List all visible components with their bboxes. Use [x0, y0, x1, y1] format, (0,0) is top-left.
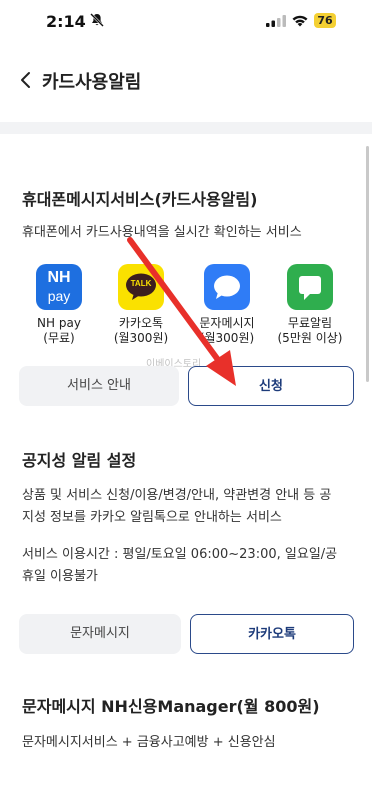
kakaotalk-icon-text: TALK: [130, 279, 152, 288]
page-title: 카드사용알림: [42, 72, 142, 93]
kakaotalk-option-button[interactable]: 카카오톡: [190, 614, 354, 654]
battery-indicator: 76: [314, 13, 336, 28]
status-bar: 2:14 76: [0, 0, 372, 44]
back-arrow-icon[interactable]: [16, 70, 36, 90]
signal-icon: [266, 15, 286, 27]
app-price: (무료): [43, 331, 75, 345]
app-price: (월300원): [199, 331, 255, 345]
app-option-nh-pay[interactable]: NH pay NH pay (무료): [17, 264, 101, 346]
app-option-sms[interactable]: 문자메시지 (월300원): [185, 264, 269, 346]
scrollbar[interactable]: [366, 146, 369, 382]
notice-description-line: 지성 정보를 카카오 알림톡으로 안내하는 서비스: [22, 510, 282, 525]
wifi-icon: [292, 15, 308, 27]
message-bubble-icon: [214, 275, 240, 299]
section-title-notice-alert: 공지성 알림 설정: [22, 451, 137, 470]
notice-description: 상품 및 서비스 신청/이용/변경/안내, 약관변경 안내 등 공 지성 정보를…: [22, 485, 352, 529]
app-option-free-alert[interactable]: 무료알림 (5만원 이상): [268, 264, 352, 346]
kakaotalk-icon: TALK: [118, 264, 164, 310]
status-time: 2:14: [46, 12, 86, 31]
service-hours-line: 휴일 이용불가: [22, 569, 98, 584]
nh-pay-icon: NH pay: [36, 264, 82, 310]
app-header: 카드사용알림: [0, 56, 372, 104]
section-title-sms-service: 휴대폰메시지서비스(카드사용알림): [22, 190, 258, 209]
app-option-kakaotalk[interactable]: TALK 카카오톡 (월300원): [99, 264, 183, 346]
service-info-button[interactable]: 서비스 안내: [19, 366, 179, 406]
section-description: 휴대폰에서 카드사용내역을 실시간 확인하는 서비스: [22, 225, 302, 240]
sms-option-button[interactable]: 문자메시지: [19, 614, 181, 654]
app-price: (5만원 이상): [277, 331, 343, 345]
app-price: (월300원): [113, 331, 169, 345]
free-alert-icon: [287, 264, 333, 310]
apply-button[interactable]: 신청: [188, 366, 354, 406]
app-name: 문자메시지: [199, 316, 255, 330]
chat-square-icon: [299, 276, 321, 300]
app-name: NH pay: [37, 316, 81, 330]
nh-pay-icon-text-top: NH: [47, 269, 71, 286]
service-hours-line: 서비스 이용시간 : 평일/토요일 06:00~23:00, 일요일/공: [22, 547, 338, 562]
credit-manager-description: 문자메시지서비스 + 금융사고예방 + 신용안심: [22, 735, 276, 750]
notification-app-options: NH pay NH pay (무료) TALK 카카오톡 (월300원) 문자메시지…: [22, 264, 352, 354]
nh-pay-icon-text-bottom: pay: [47, 288, 71, 304]
section-title-credit-manager: 문자메시지 NH신용Manager(월 800원): [22, 697, 320, 716]
sms-icon: [204, 264, 250, 310]
app-name: 무료알림: [287, 316, 333, 330]
section-divider: [0, 122, 372, 134]
bell-muted-icon: [90, 13, 104, 27]
notice-description-line: 상품 및 서비스 신청/이용/변경/안내, 약관변경 안내 등 공: [22, 488, 332, 503]
service-hours: 서비스 이용시간 : 평일/토요일 06:00~23:00, 일요일/공 휴일 …: [22, 544, 352, 588]
app-name: 카카오톡: [118, 316, 164, 330]
